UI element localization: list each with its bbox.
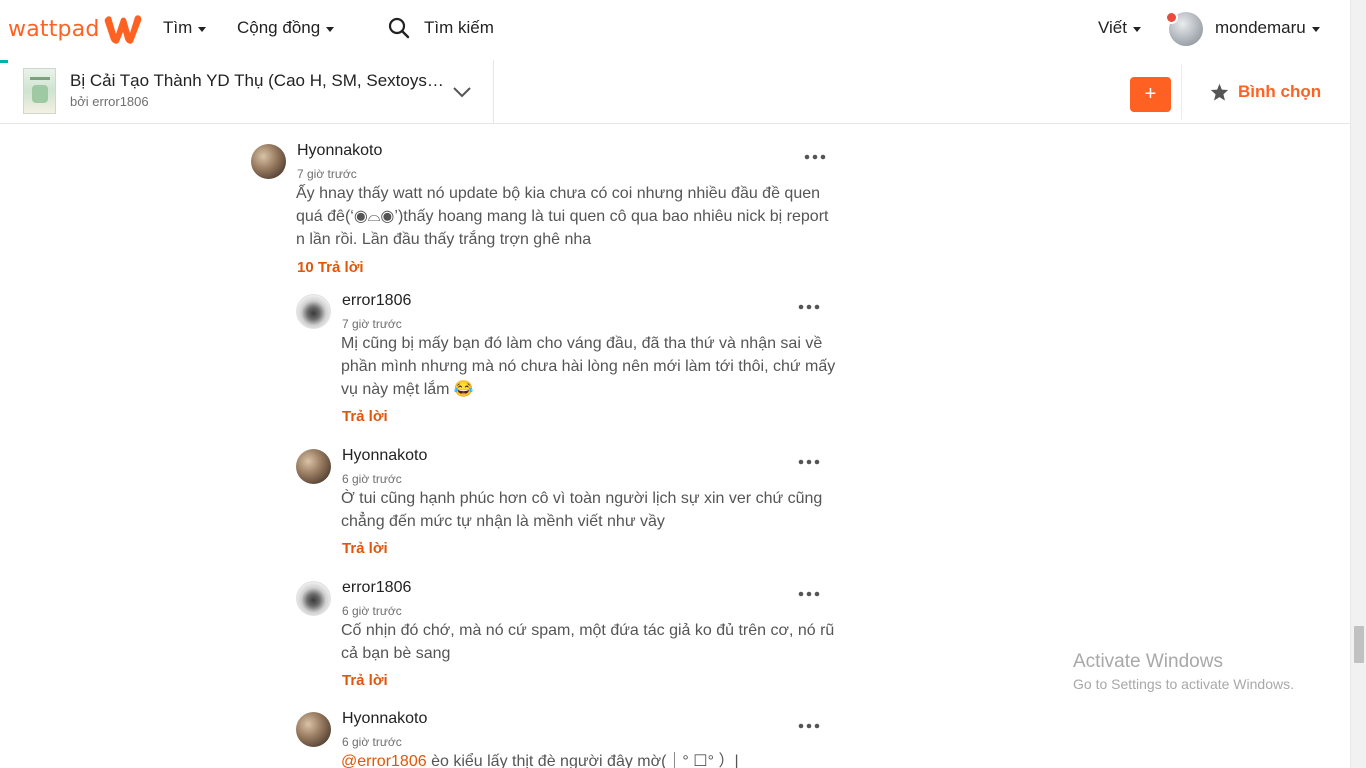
vote-label: Bình chọn (1238, 82, 1322, 101)
username-label: mondemaru (1215, 18, 1306, 37)
add-to-library-button[interactable]: + (1130, 77, 1171, 112)
logo-text: wattpad (8, 16, 100, 42)
commenter-avatar[interactable] (296, 581, 331, 616)
commenter-name[interactable]: Hyonnakoto (297, 142, 382, 160)
chevron-down-icon[interactable] (452, 82, 472, 102)
story-cover-image[interactable] (23, 68, 56, 114)
story-title[interactable]: Bị Cải Tạo Thành YD Thụ (Cao H, SM, Sext… (70, 71, 448, 91)
comment-text: Ờ tui cũng hạnh phúc hơn cô vì toàn ngườ… (341, 490, 823, 530)
scrollbar-thumb[interactable] (1354, 626, 1364, 663)
star-icon (1210, 83, 1229, 101)
more-options-icon[interactable] (798, 458, 820, 466)
reply-button[interactable]: Trả lời (342, 540, 388, 557)
reading-progress-bar (0, 60, 8, 63)
divider (1181, 64, 1182, 120)
comment-timestamp: 7 giờ trước (342, 317, 402, 331)
view-replies-button[interactable]: 10 Trả lời (297, 259, 364, 276)
community-label: Cộng đồng (237, 18, 321, 37)
story-toolbar: Bị Cải Tạo Thành YD Thụ (Cao H, SM, Sext… (0, 60, 1350, 124)
discover-dropdown[interactable]: Tìm (163, 18, 207, 38)
comment-timestamp: 6 giờ trước (342, 472, 402, 486)
divider (493, 60, 494, 124)
commenter-name[interactable]: Hyonnakoto (342, 710, 427, 728)
write-dropdown[interactable]: Viết (1098, 18, 1141, 38)
story-author[interactable]: bởi error1806 (70, 94, 149, 109)
comment-timestamp: 6 giờ trước (342, 604, 402, 618)
comment-text: Cố nhịn đó chớ, mà nó cứ spam, một đứa t… (341, 622, 835, 662)
comment-timestamp: 7 giờ trước (297, 167, 357, 181)
wattpad-logo[interactable]: wattpad (8, 12, 144, 46)
comment-text: Ấy hnay thấy watt nó update bộ kia chưa … (296, 185, 829, 248)
user-mention-link[interactable]: @error1806 (341, 753, 427, 768)
community-dropdown[interactable]: Cộng đồng (237, 18, 335, 38)
commenter-avatar[interactable] (296, 294, 331, 329)
more-options-icon[interactable] (798, 303, 820, 311)
commenter-avatar[interactable] (296, 449, 331, 484)
caret-down-icon (1133, 26, 1141, 32)
wattpad-w-icon (104, 15, 141, 44)
vote-button[interactable]: Bình chọn (1210, 82, 1321, 102)
more-options-icon[interactable] (804, 153, 826, 161)
notification-badge[interactable] (1165, 11, 1178, 24)
commenter-name[interactable]: error1806 (342, 579, 411, 597)
discover-label: Tìm (163, 18, 193, 37)
reply-button[interactable]: Trả lời (342, 672, 388, 689)
top-navbar: wattpad Tìm Cộng đồng Tìm kiếm Viết mond… (0, 0, 1350, 60)
commenter-avatar[interactable] (296, 712, 331, 747)
write-label: Viết (1098, 18, 1127, 37)
page-scrollbar[interactable] (1350, 0, 1366, 768)
reply-button[interactable]: Trả lời (342, 408, 388, 425)
commenter-name[interactable]: Hyonnakoto (342, 447, 427, 465)
commenter-name[interactable]: error1806 (342, 292, 411, 310)
comment-text-body: èo kiểu lấy thịt đè người đây mờ(｜° ☐° ）… (426, 753, 739, 768)
more-options-icon[interactable] (798, 590, 820, 598)
search-bar[interactable]: Tìm kiếm (388, 17, 494, 39)
search-label: Tìm kiếm (424, 18, 494, 37)
activate-windows-watermark: Activate Windows (1073, 651, 1223, 672)
comment-text: @error1806 èo kiểu lấy thịt đè người đây… (341, 750, 846, 768)
comment-timestamp: 6 giờ trước (342, 735, 402, 749)
commenter-avatar[interactable] (251, 144, 286, 179)
user-menu[interactable]: mondemaru (1215, 18, 1320, 38)
comment-text: Mị cũng bị mấy bạn đó làm cho váng đầu, … (341, 335, 836, 398)
activate-windows-subtitle: Go to Settings to activate Windows. (1073, 676, 1294, 692)
more-options-icon[interactable] (798, 722, 820, 730)
search-icon (388, 17, 410, 39)
caret-down-icon (198, 26, 207, 32)
caret-down-icon (1311, 26, 1320, 32)
caret-down-icon (326, 26, 335, 32)
